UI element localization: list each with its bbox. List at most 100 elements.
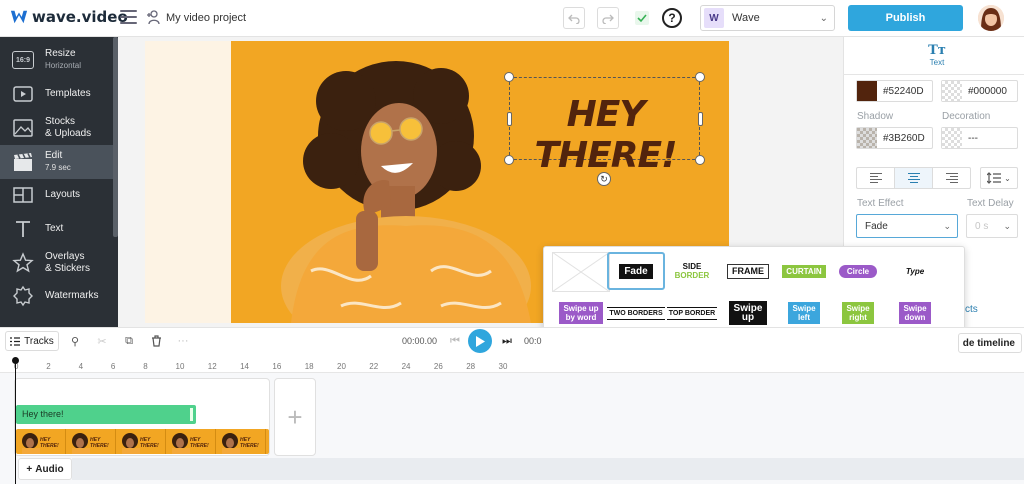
- canvas-margin: [145, 41, 231, 323]
- line-spacing-select[interactable]: ⌄: [980, 167, 1018, 189]
- undo-button[interactable]: [563, 7, 585, 29]
- resize-handle-bottom-right[interactable]: [695, 155, 705, 165]
- skip-forward-icon[interactable]: ⏭: [500, 334, 514, 348]
- project-name[interactable]: My video project: [166, 12, 246, 24]
- decoration-field[interactable]: ---: [941, 127, 1018, 149]
- chevron-down-icon: ⌄: [943, 220, 951, 231]
- sidebar-item-resize[interactable]: 16:9 Resize Horizontal: [0, 43, 113, 77]
- no-effect-option[interactable]: [552, 252, 610, 292]
- user-avatar[interactable]: [978, 5, 1004, 31]
- sidebar-item-overlays[interactable]: Overlays & Stickers: [0, 246, 113, 280]
- resize-handle-right[interactable]: [698, 112, 703, 126]
- guide-timeline-button[interactable]: de timeline: [958, 333, 1022, 353]
- more-icon[interactable]: ···: [176, 334, 190, 348]
- play-icon: [476, 335, 485, 347]
- text-layer-selection[interactable]: HEY THERE!: [509, 77, 700, 176]
- plus-icon: +: [26, 463, 33, 475]
- sidebar-item-label: Layouts: [45, 189, 81, 200]
- sidebar-item-stocks[interactable]: Stocks & Uploads: [0, 111, 113, 145]
- trash-icon[interactable]: [149, 334, 163, 348]
- add-user-icon[interactable]: [145, 9, 161, 25]
- sidebar-item-label-2: & Stickers: [45, 263, 91, 274]
- effect-label: Swipe up: [728, 301, 768, 325]
- text-delay-select[interactable]: 0 s ⌄: [966, 214, 1018, 238]
- sidebar-item-sub: Horizontal: [45, 61, 82, 70]
- workspace-select[interactable]: W Wave ⌄: [700, 5, 835, 31]
- watermark-icon: [13, 285, 33, 307]
- effect-option-curtain[interactable]: CURTAIN: [775, 252, 833, 290]
- sidebar-item-layouts[interactable]: Layouts: [0, 178, 113, 212]
- audio-label: Audio: [35, 463, 64, 475]
- text-delay-value: 0 s: [975, 220, 989, 232]
- resize-handle-top-right[interactable]: [695, 72, 705, 82]
- text-clip[interactable]: Hey there!: [16, 405, 196, 424]
- star-icon: [12, 252, 34, 273]
- shadow-color-field[interactable]: #3B260D: [856, 127, 933, 149]
- playhead[interactable]: [15, 360, 16, 484]
- add-audio-button[interactable]: + Audio: [18, 458, 72, 480]
- effect-option-side-border[interactable]: SIDE BORDER: [663, 252, 721, 290]
- ruler-tick: 12: [207, 362, 217, 371]
- ruler-tick: 2: [46, 362, 51, 371]
- ruler-tick: 22: [369, 362, 379, 371]
- headline-text[interactable]: HEY THERE!: [510, 94, 701, 176]
- ruler-tick: 28: [466, 362, 476, 371]
- redo-icon: [602, 14, 614, 24]
- video-clip-thumbnails[interactable]: HEY THERE! HEY THERE! HEY THERE! HEY THERE!…: [16, 429, 269, 454]
- effect-option-fade[interactable]: Fade: [607, 252, 665, 290]
- resize-handle-top-left[interactable]: [504, 72, 514, 82]
- effect-option-type[interactable]: Type: [886, 252, 944, 290]
- background-color-field[interactable]: #000000: [941, 80, 1018, 102]
- effect-option-frame[interactable]: FRAME: [719, 252, 777, 290]
- chevron-down-icon: ⌄: [1003, 220, 1011, 231]
- logo[interactable]: wave.video: [10, 8, 128, 26]
- timeline-ruler[interactable]: [0, 355, 1024, 373]
- decoration-swatch[interactable]: [942, 128, 962, 148]
- ruler-tick: 8: [143, 362, 148, 371]
- align-left-button[interactable]: [857, 168, 895, 188]
- sidebar-item-edit[interactable]: Edit 7.9 sec: [0, 145, 113, 179]
- text-color-field[interactable]: #52240D: [856, 80, 933, 102]
- effect-label: Fade: [619, 263, 653, 279]
- text-tab-icon: Tт: [928, 43, 946, 58]
- scissors-icon[interactable]: ✂: [95, 334, 109, 348]
- clip-thumbnail: HEY THERE!: [116, 429, 166, 454]
- tracks-button[interactable]: Tracks: [5, 331, 59, 351]
- resize-handle-bottom-left[interactable]: [504, 155, 514, 165]
- audio-track[interactable]: [72, 458, 1024, 480]
- redo-button[interactable]: [597, 7, 619, 29]
- publish-button[interactable]: Publish: [848, 5, 963, 31]
- text-color-swatch[interactable]: [857, 81, 877, 101]
- background-color-swatch[interactable]: [942, 81, 962, 101]
- align-right-button[interactable]: [933, 168, 970, 188]
- clip-thumbnail: HEY THERE!: [16, 429, 66, 454]
- text-clip-trim-handle[interactable]: [190, 408, 193, 421]
- resize-handle-left[interactable]: [507, 112, 512, 126]
- effects-link-partial[interactable]: cts: [965, 304, 978, 315]
- ruler-tick: 20: [337, 362, 346, 371]
- help-button[interactable]: ?: [662, 8, 682, 28]
- voiceover-icon[interactable]: ⚲: [68, 334, 82, 348]
- ruler-tick: 10: [175, 362, 185, 371]
- effect-option-circle[interactable]: Circle: [829, 252, 887, 290]
- background-color-value: #000000: [968, 85, 1007, 97]
- logo-text: wave.video: [32, 8, 128, 26]
- text-align-group: [856, 167, 971, 189]
- clip-thumbnail: HEY THERE!: [166, 429, 216, 454]
- text-effect-label: Text Effect: [857, 198, 904, 209]
- sidebar-item-text[interactable]: Text: [0, 212, 113, 246]
- duplicate-icon[interactable]: ⧉: [122, 334, 136, 348]
- playhead-knob[interactable]: [12, 357, 19, 364]
- align-center-button[interactable]: [895, 168, 933, 188]
- menu-icon[interactable]: [120, 10, 137, 24]
- tab-text[interactable]: Tт Text: [925, 43, 949, 67]
- shadow-color-swatch[interactable]: [857, 128, 877, 148]
- skip-back-icon[interactable]: ⏮: [448, 334, 462, 348]
- shadow-label: Shadow: [857, 111, 894, 122]
- text-effect-select[interactable]: Fade ⌄: [856, 214, 958, 238]
- sidebar-item-watermarks[interactable]: Watermarks: [0, 279, 113, 313]
- add-scene-button[interactable]: +: [274, 378, 316, 456]
- rotate-handle-icon[interactable]: ↻: [597, 172, 611, 186]
- sidebar-item-templates[interactable]: Templates: [0, 77, 113, 111]
- play-button[interactable]: [468, 329, 492, 353]
